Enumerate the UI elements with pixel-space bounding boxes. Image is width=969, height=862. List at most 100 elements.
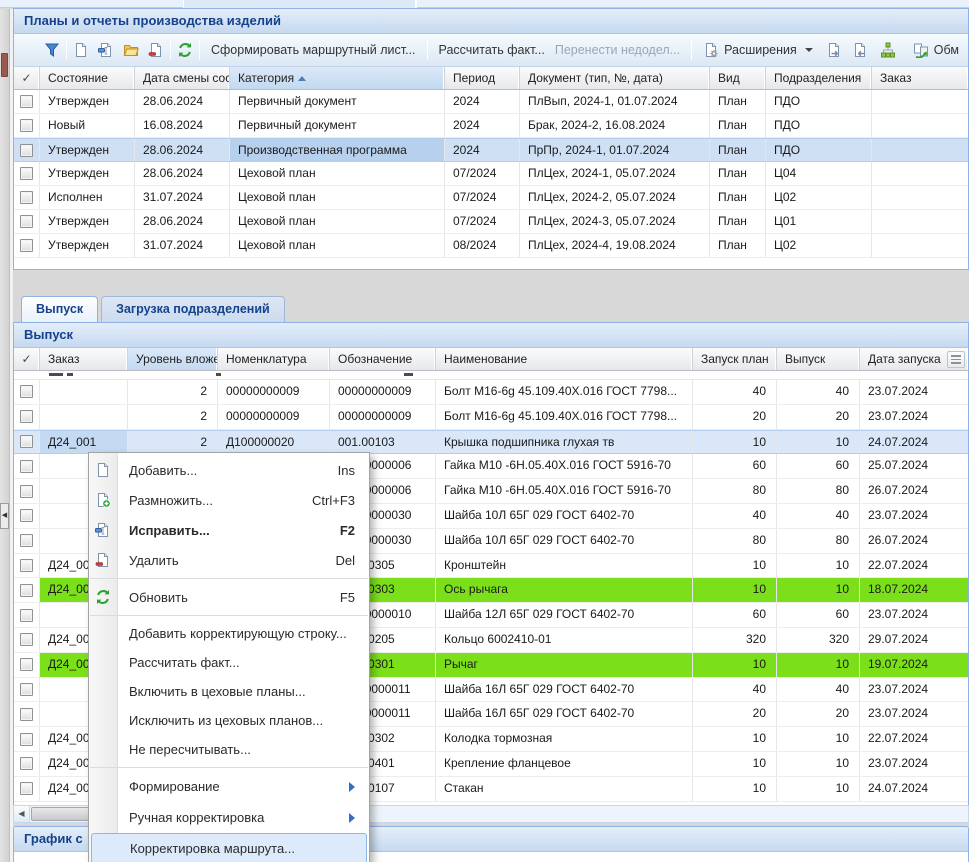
table-row[interactable]: Утвержден28.06.2024Цеховой план07/2024Пл… [14, 210, 968, 234]
column-header-designation[interactable]: Обозначение [330, 348, 436, 370]
row-checkbox[interactable] [20, 191, 33, 204]
row-checkbox[interactable] [20, 733, 33, 746]
column-header-order[interactable]: Заказ [40, 348, 128, 370]
column-header-category[interactable]: Категория [230, 67, 445, 89]
checkbox-cell [14, 479, 40, 503]
checkbox-cell [14, 727, 40, 751]
row-checkbox[interactable] [20, 167, 33, 180]
column-header-output[interactable]: Выпуск [777, 348, 860, 370]
cell-output: 10 [777, 578, 860, 602]
menu-item-shortcut: Del [335, 553, 355, 568]
column-header-launch_plan[interactable]: Запуск план [693, 348, 777, 370]
menu-item[interactable]: ОбновитьF5 [89, 582, 369, 612]
menu-item[interactable]: Добавить корректирующую строку... [89, 619, 369, 648]
row-checkbox[interactable] [20, 239, 33, 252]
cell-document: Брак, 2024-2, 16.08.2024 [520, 114, 710, 137]
row-checkbox[interactable] [20, 144, 33, 157]
format-route-list-button[interactable]: Сформировать маршрутный лист... [206, 40, 421, 60]
row-checkbox[interactable] [20, 435, 33, 448]
cell-launch_plan: 10 [693, 578, 777, 602]
table-row[interactable]: Исполнен31.07.2024Цеховой план07/2024ПлЦ… [14, 186, 968, 210]
cell-output: 60 [777, 603, 860, 627]
row-checkbox[interactable] [20, 119, 33, 132]
row-checkbox[interactable] [20, 385, 33, 398]
menu-item[interactable]: Ручная корректировка [89, 802, 369, 833]
row-checkbox[interactable] [20, 782, 33, 795]
table-row[interactable]: Утвержден28.06.2024Производственная прог… [14, 138, 968, 162]
menu-item[interactable]: Добавить...Ins [89, 455, 369, 485]
extensions-button[interactable]: Расширения [698, 39, 818, 61]
table-row[interactable]: 20000000000900000000009Болт М16-6g 45.10… [14, 405, 968, 430]
table-row[interactable]: Утвержден28.06.2024Цеховой план07/2024Пл… [14, 162, 968, 186]
row-checkbox[interactable] [20, 534, 33, 547]
tab-vypusk[interactable]: Выпуск [21, 296, 98, 322]
row-checkbox[interactable] [20, 609, 33, 622]
menu-item[interactable]: Исключить из цеховых планов... [89, 706, 369, 735]
row-checkbox[interactable] [20, 509, 33, 522]
row-checkbox[interactable] [20, 658, 33, 671]
column-header-check[interactable]: ✓ [14, 67, 40, 89]
left-splitter-rail[interactable] [0, 9, 10, 862]
row-checkbox[interactable] [20, 708, 33, 721]
cell-launch_plan: 10 [693, 752, 777, 776]
refresh-icon[interactable] [177, 42, 193, 58]
exchange-button[interactable]: Обм [908, 39, 964, 61]
grid-settings-button[interactable] [947, 351, 965, 368]
cell-launch_plan: 20 [693, 405, 777, 429]
row-checkbox[interactable] [20, 683, 33, 696]
menu-item[interactable]: Размножить...Ctrl+F3 [89, 485, 369, 515]
checkbox-cell [14, 678, 40, 702]
row-checkbox[interactable] [20, 757, 33, 770]
table-row[interactable]: Новый16.08.2024Первичный документ2024Бра… [14, 114, 968, 138]
table-row[interactable]: Утвержден31.07.2024Цеховой план08/2024Пл… [14, 234, 968, 258]
column-header-check[interactable]: ✓ [14, 348, 40, 370]
row-checkbox[interactable] [20, 559, 33, 572]
calc-fact-button[interactable]: Рассчитать факт... [434, 40, 550, 60]
menu-item[interactable]: Включить в цеховые планы... [89, 677, 369, 706]
row-checkbox[interactable] [20, 460, 33, 473]
row-checkbox[interactable] [20, 215, 33, 228]
window-tab[interactable] [183, 0, 417, 8]
column-header-name[interactable]: Наименование [436, 348, 693, 370]
menu-item[interactable]: Формирование [89, 771, 369, 802]
open-folder-icon[interactable] [123, 42, 139, 58]
table-row[interactable]: Утвержден28.06.2024Первичный документ202… [14, 90, 968, 114]
menu-item[interactable]: УдалитьDel [89, 545, 369, 575]
edit-document-icon[interactable] [98, 42, 114, 58]
cell-output: 60 [777, 454, 860, 478]
row-checkbox[interactable] [20, 410, 33, 423]
new-document-icon[interactable] [73, 42, 89, 58]
column-header-period[interactable]: Период [445, 67, 520, 89]
row-checkbox[interactable] [20, 95, 33, 108]
import-document-icon[interactable] [852, 42, 868, 58]
column-header-order[interactable]: Заказ [872, 67, 968, 89]
column-header-date[interactable]: Дата смены сост [135, 67, 230, 89]
table-row[interactable]: 20000000000900000000009Болт М16-6g 45.10… [14, 380, 968, 405]
menu-item[interactable]: Исправить...F2 [89, 515, 369, 545]
menu-item[interactable]: Корректировка маршрута... [91, 833, 367, 862]
column-header-document[interactable]: Документ (тип, №, дата) [520, 67, 710, 89]
cell-output: 10 [777, 554, 860, 578]
export-document-icon[interactable] [826, 42, 842, 58]
cell-launch_date: 23.07.2024 [860, 678, 968, 702]
row-checkbox[interactable] [20, 584, 33, 597]
column-header-kind[interactable]: Вид [710, 67, 766, 89]
hierarchy-icon[interactable] [880, 42, 896, 58]
cell-level: 2 [128, 380, 218, 404]
table-row[interactable]: Д24_0012Д100000020001.00103Крышка подшип… [14, 430, 968, 455]
scroll-left-arrow[interactable]: ◀ [14, 806, 30, 822]
filter-icon[interactable] [44, 42, 60, 58]
column-header-level[interactable]: Уровень вложен [128, 348, 218, 370]
collapse-left-arrow[interactable]: ◀ [0, 503, 9, 529]
tab-zagruzka-podrazdeleniy[interactable]: Загрузка подразделений [101, 296, 285, 322]
column-header-nomenclature[interactable]: Номенклатура [218, 348, 330, 370]
text-fragment [216, 373, 221, 376]
row-checkbox[interactable] [20, 633, 33, 646]
row-checkbox[interactable] [20, 485, 33, 498]
delete-document-icon[interactable] [148, 42, 164, 58]
menu-item[interactable]: Рассчитать факт... [89, 648, 369, 677]
cell-launch_date: 24.07.2024 [860, 777, 968, 801]
menu-item[interactable]: Не пересчитывать... [89, 735, 369, 764]
column-header-department[interactable]: Подразделения [766, 67, 872, 89]
column-header-state[interactable]: Состояние [40, 67, 135, 89]
